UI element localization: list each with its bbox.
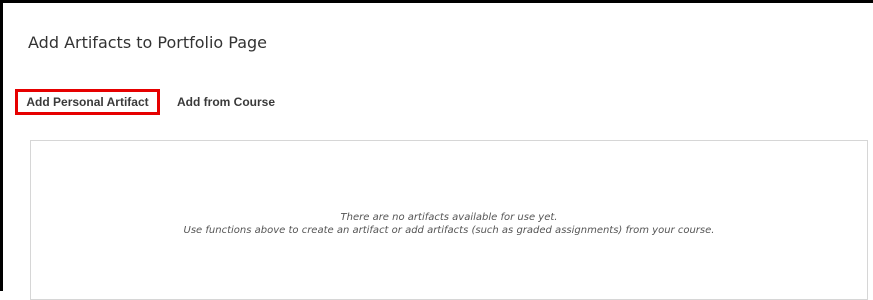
page-title: Add Artifacts to Portfolio Page — [28, 33, 268, 52]
add-artifacts-panel: Add Artifacts to Portfolio Page Add Pers… — [0, 0, 873, 300]
empty-state-line-1: There are no artifacts available for use… — [340, 212, 558, 223]
add-from-course-button[interactable]: Add from Course — [177, 89, 275, 115]
empty-state-message: There are no artifacts available for use… — [31, 211, 867, 237]
empty-state-line-2: Use functions above to create an artifac… — [183, 225, 715, 236]
add-personal-artifact-button[interactable]: Add Personal Artifact — [15, 89, 160, 115]
artifacts-list-area: There are no artifacts available for use… — [30, 140, 868, 300]
